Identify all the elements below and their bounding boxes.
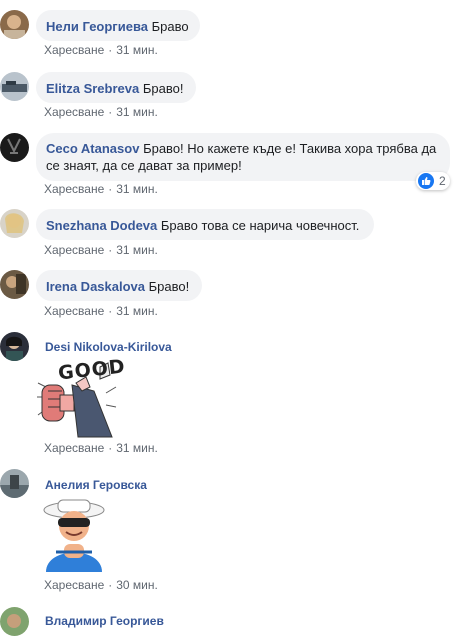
separator-dot: · — [108, 182, 113, 196]
avatar[interactable] — [0, 469, 29, 498]
comment-meta: Харесване · 31 мин. — [44, 441, 158, 455]
comment-author[interactable]: Анелия Геровска — [45, 478, 147, 492]
good-sticker: GOOD — [36, 356, 127, 444]
like-button[interactable]: Харесване — [44, 43, 104, 57]
comment-bubble: Нели Георгиева Браво — [36, 10, 200, 41]
like-button[interactable]: Харесване — [44, 578, 104, 592]
reaction-number: 2 — [439, 174, 446, 188]
comment-author[interactable]: Irena Daskalova — [46, 279, 145, 294]
comment-bubble: Ceco Atanasov Браво! Но кажете къде е! Т… — [36, 133, 450, 181]
comment-text: Браво това се нарича човечност. — [160, 218, 360, 233]
reaction-count[interactable]: 2 — [416, 172, 450, 190]
like-button[interactable]: Харесване — [44, 243, 104, 257]
comment-author[interactable]: Нели Георгиева — [46, 19, 148, 34]
comment-bubble: Snezhana Dodeva Браво това се нарича чов… — [36, 209, 374, 240]
cool-character-sticker — [36, 496, 112, 577]
comment-author[interactable]: Elitza Srebreva — [46, 81, 139, 96]
comment-text-continued: се знаят, да се дават за пример! — [46, 158, 242, 173]
comment-bubble: Irena Daskalova Браво! — [36, 270, 202, 301]
comment-text: Браво! — [148, 279, 190, 294]
comment-time[interactable]: 30 мин. — [116, 578, 158, 592]
comment-time[interactable]: 31 мин. — [116, 441, 158, 455]
comment-text: Браво! Но кажете къде е! Такива хора тря… — [143, 141, 437, 156]
comment-meta: Харесване · 31 мин. — [44, 243, 158, 257]
avatar[interactable] — [0, 72, 29, 101]
avatar[interactable] — [0, 270, 29, 299]
comment-time[interactable]: 31 мин. — [116, 304, 158, 318]
separator-dot: · — [108, 578, 113, 592]
comment-author[interactable]: Desi Nikolova-Kirilova — [45, 340, 172, 354]
comment-author[interactable]: Ceco Atanasov — [46, 141, 139, 156]
avatar[interactable] — [0, 332, 29, 361]
comment-author[interactable]: Snezhana Dodeva — [46, 218, 157, 233]
thumbs-up-icon — [418, 173, 434, 189]
comment-text: Браво — [151, 19, 189, 34]
comment-meta: Харесване · 31 мин. — [44, 105, 158, 119]
avatar[interactable] — [0, 209, 29, 238]
comment-meta: Харесване · 31 мин. — [44, 182, 158, 196]
comment-meta: Харесване · 31 мин. — [44, 43, 158, 57]
separator-dot: · — [108, 243, 113, 257]
avatar[interactable] — [0, 10, 29, 39]
like-button[interactable]: Харесване — [44, 304, 104, 318]
comment-meta: Харесване · 30 мин. — [44, 578, 158, 592]
like-button[interactable]: Харесване — [44, 182, 104, 196]
like-button[interactable]: Харесване — [44, 105, 104, 119]
comment-time[interactable]: 31 мин. — [116, 105, 158, 119]
comment-time[interactable]: 31 мин. — [116, 43, 158, 57]
comment-time[interactable]: 31 мин. — [116, 182, 158, 196]
avatar[interactable] — [0, 133, 29, 162]
separator-dot: · — [108, 105, 113, 119]
comment-meta: Харесване · 31 мин. — [44, 304, 158, 318]
comment-time[interactable]: 31 мин. — [116, 243, 158, 257]
separator-dot: · — [108, 304, 113, 318]
separator-dot: · — [108, 43, 113, 57]
comment-bubble: Elitza Srebreva Браво! — [36, 72, 196, 103]
comment-author[interactable]: Владимир Георгиев — [45, 614, 164, 628]
like-button[interactable]: Харесване — [44, 441, 104, 455]
separator-dot: · — [108, 441, 113, 455]
comment-text: Браво! — [142, 81, 184, 96]
